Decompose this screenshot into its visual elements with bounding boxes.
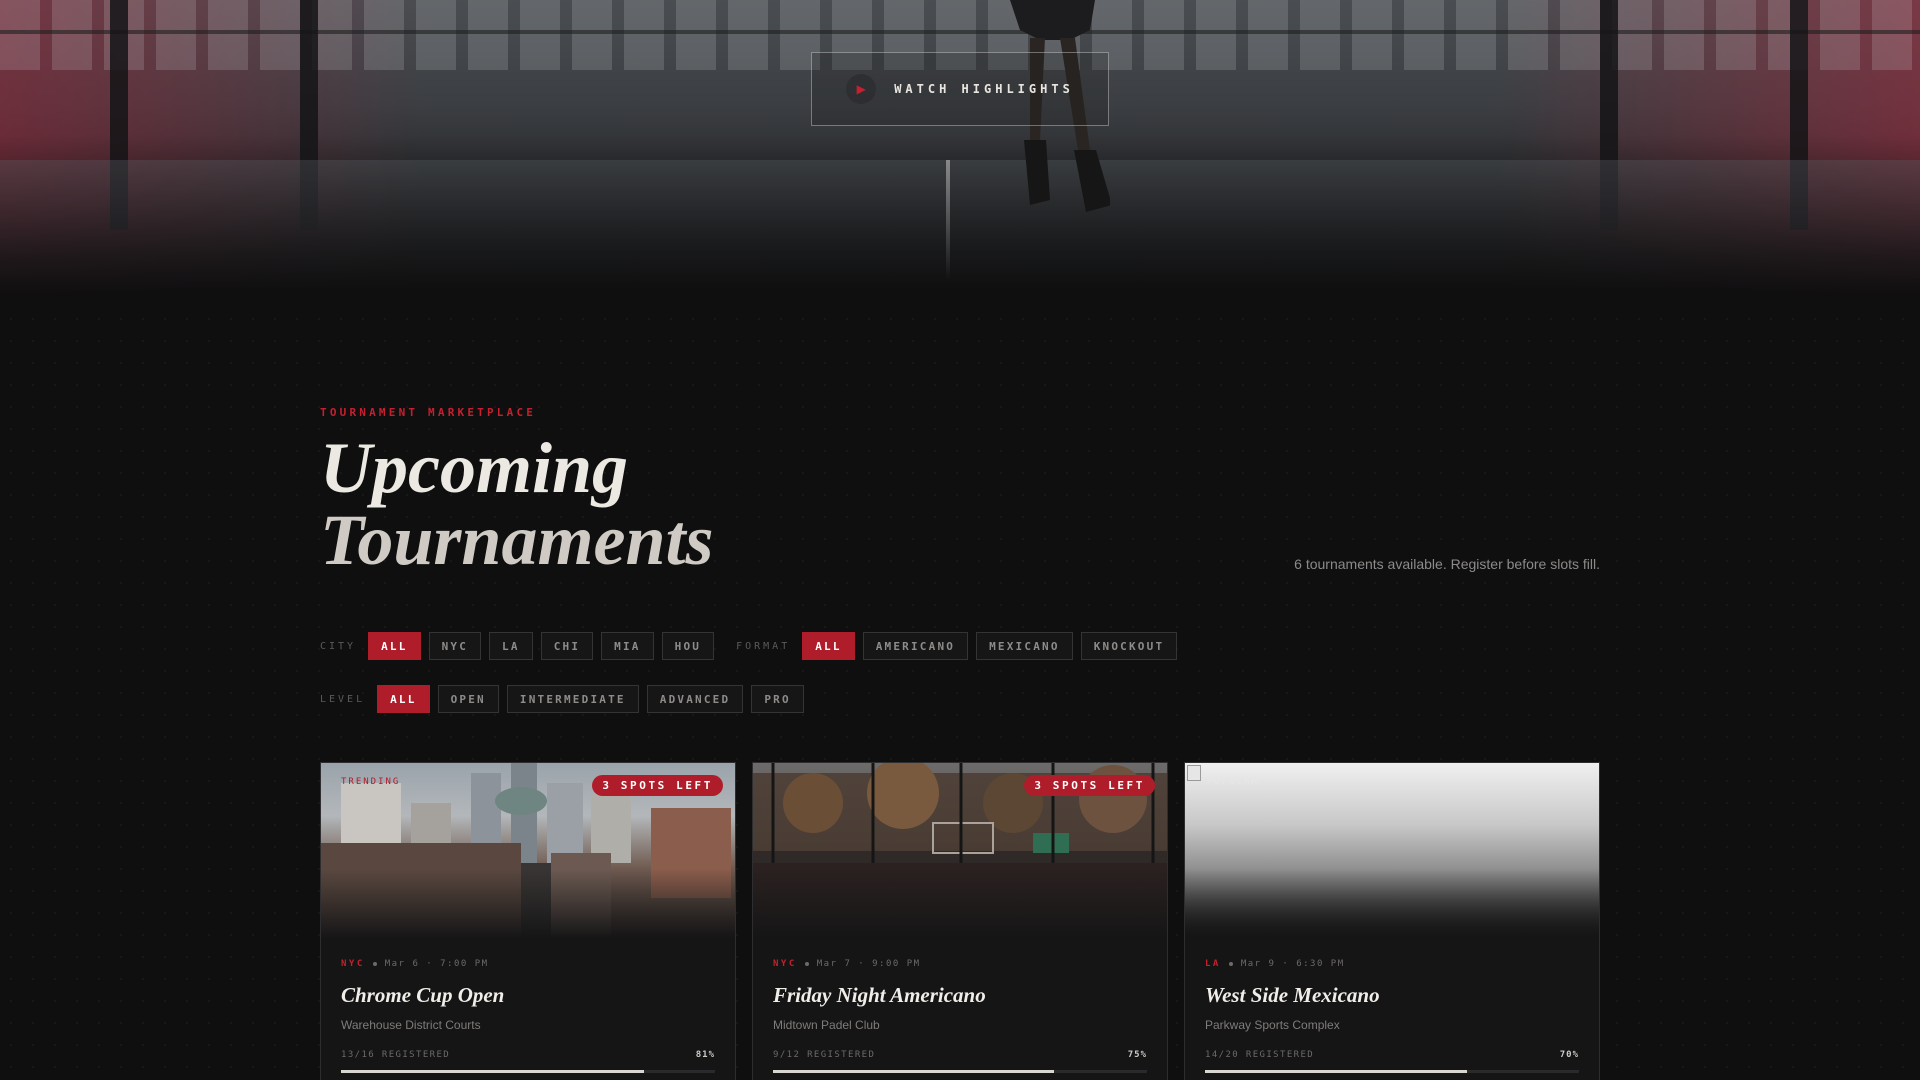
format-chip-mexicano[interactable]: MEXICANO	[976, 632, 1073, 660]
card-percent: 70%	[1559, 1050, 1579, 1060]
card-image-placeholder: POPULAR	[1185, 763, 1599, 939]
format-chip-all[interactable]: ALL	[802, 632, 855, 660]
card-image-city-skyline: TRENDING 3 SPOTS LEFT	[321, 763, 735, 939]
registration-progress-fill	[1205, 1070, 1467, 1073]
card-meta: NYC Mar 6 · 7:00 PM	[341, 959, 715, 969]
play-icon: ▶	[846, 74, 877, 104]
registration-progress-fill	[773, 1070, 1054, 1073]
hero-court-line	[946, 160, 950, 280]
card-title[interactable]: Friday Night Americano	[773, 983, 1147, 1008]
card-venue: Warehouse District Courts	[341, 1018, 481, 1032]
card-registered: 14/20 REGISTERED	[1205, 1050, 1315, 1060]
card-city: NYC	[773, 959, 797, 969]
page-title: Upcoming Tournaments	[320, 432, 714, 576]
city-chip-hou[interactable]: HOU	[661, 632, 715, 660]
registration-progress-bar	[1205, 1070, 1579, 1073]
format-chip-americano[interactable]: AMERICANO	[862, 632, 969, 660]
city-chip-chi[interactable]: CHI	[540, 632, 594, 660]
card-city: LA	[1205, 959, 1221, 969]
card-image-outdoor-court: 3 SPOTS LEFT	[753, 763, 1167, 939]
card-percent: 81%	[695, 1050, 715, 1060]
card-datetime: Mar 7 · 9:00 PM	[816, 959, 921, 969]
level-chip-pro[interactable]: PRO	[751, 685, 804, 713]
separator-dot	[1228, 962, 1233, 966]
registration-progress-fill	[341, 1070, 644, 1073]
card-datetime: Mar 9 · 6:30 PM	[1240, 959, 1345, 969]
card-meta: NYC Mar 7 · 9:00 PM	[773, 959, 1147, 969]
level-chip-intermediate[interactable]: INTERMEDIATE	[506, 685, 639, 713]
hero-banner: ▶ WATCH HIGHLIGHTS	[0, 0, 1920, 300]
card-registered: 13/16 REGISTERED	[341, 1050, 451, 1060]
broken-image-icon	[1187, 765, 1201, 781]
hero-court-floor	[0, 160, 1920, 290]
page-title-line-1: Upcoming	[320, 428, 629, 508]
format-filter-label: FORMAT	[736, 640, 791, 652]
page-title-line-2: Tournaments	[320, 500, 714, 580]
city-chip-all[interactable]: ALL	[368, 632, 421, 660]
level-chip-advanced[interactable]: ADVANCED	[646, 685, 744, 713]
filter-row-city-format: CITY ALL NYC LA CHI MIA HOU FORMAT ALL A…	[320, 632, 1185, 660]
format-chip-knockout[interactable]: KNOCKOUT	[1080, 632, 1178, 660]
watch-highlights-label: WATCH HIGHLIGHTS	[894, 82, 1074, 96]
card-venue: Parkway Sports Complex	[1205, 1018, 1340, 1032]
section-eyebrow: TOURNAMENT MARKETPLACE	[320, 406, 537, 419]
card-datetime: Mar 6 · 7:00 PM	[384, 959, 489, 969]
card-title[interactable]: Chrome Cup Open	[341, 983, 715, 1008]
card-meta: LA Mar 9 · 6:30 PM	[1205, 959, 1579, 969]
card-registered: 9/12 REGISTERED	[773, 1050, 876, 1060]
separator-dot	[372, 962, 377, 966]
city-filter-label: CITY	[320, 640, 357, 652]
tournament-card[interactable]: TRENDING 3 SPOTS LEFT NYC Mar 6 · 7:00 P…	[320, 762, 736, 1080]
registration-progress-bar	[341, 1070, 715, 1073]
tournament-card[interactable]: 3 SPOTS LEFT NYC Mar 7 · 9:00 PM Friday …	[752, 762, 1168, 1080]
spots-left-badge: 3 SPOTS LEFT	[1024, 775, 1155, 796]
card-percent: 75%	[1127, 1050, 1147, 1060]
level-chip-all[interactable]: ALL	[377, 685, 430, 713]
availability-text: 6 tournaments available. Register before…	[1294, 556, 1600, 572]
registration-progress-bar	[773, 1070, 1147, 1073]
city-chip-la[interactable]: LA	[489, 632, 533, 660]
city-chip-mia[interactable]: MIA	[601, 632, 654, 660]
card-venue: Midtown Padel Club	[773, 1018, 880, 1032]
spots-left-badge: 3 SPOTS LEFT	[592, 775, 723, 796]
tournament-card[interactable]: POPULAR LA Mar 9 · 6:30 PM West Side Mex…	[1184, 762, 1600, 1080]
card-city: NYC	[341, 959, 365, 969]
card-title[interactable]: West Side Mexicano	[1205, 983, 1579, 1008]
city-chip-nyc[interactable]: NYC	[428, 632, 482, 660]
separator-dot	[804, 962, 809, 966]
card-tag: TRENDING	[341, 777, 401, 787]
filter-row-level: LEVEL ALL OPEN INTERMEDIATE ADVANCED PRO	[320, 685, 812, 713]
watch-highlights-button[interactable]: ▶ WATCH HIGHLIGHTS	[811, 52, 1109, 126]
level-filter-label: LEVEL	[320, 693, 366, 705]
level-chip-open[interactable]: OPEN	[437, 685, 499, 713]
card-tag: POPULAR	[1207, 777, 1259, 787]
